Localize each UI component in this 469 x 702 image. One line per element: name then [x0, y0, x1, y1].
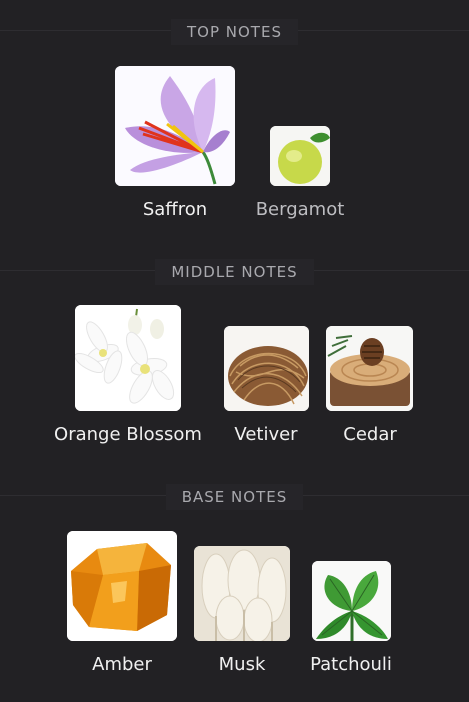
note-label-cedar: Cedar — [343, 424, 397, 445]
note-label-amber: Amber — [92, 654, 152, 675]
vetiver-root-image[interactable] — [224, 326, 309, 411]
section-title-top-notes: TOP NOTES — [0, 19, 469, 45]
section-title-base-notes: BASE NOTES — [0, 484, 469, 510]
bergamot-fruit-image[interactable] — [270, 126, 330, 186]
musk-fur-icon — [194, 546, 290, 641]
section-title-middle-notes: MIDDLE NOTES — [0, 259, 469, 285]
note-label-vetiver: Vetiver — [234, 424, 298, 445]
saffron-flower-icon — [115, 66, 235, 186]
section-title-label: TOP NOTES — [171, 19, 298, 45]
note-label-bergamot: Bergamot — [255, 199, 345, 220]
section-title-label: BASE NOTES — [165, 484, 304, 510]
note-label-patchouli: Patchouli — [310, 654, 392, 675]
cedar-wood-icon — [326, 326, 413, 411]
orange-blossom-image[interactable] — [75, 305, 181, 411]
orange-blossom-icon — [75, 305, 181, 411]
vetiver-root-icon — [224, 326, 309, 411]
note-label-saffron: Saffron — [142, 199, 208, 220]
amber-resin-icon — [67, 531, 177, 641]
note-label-musk: Musk — [218, 654, 266, 675]
patchouli-leaf-icon — [312, 561, 391, 641]
musk-fur-image[interactable] — [194, 546, 290, 641]
amber-resin-image[interactable] — [67, 531, 177, 641]
patchouli-leaf-image[interactable] — [312, 561, 391, 641]
note-label-orange-blossom: Orange Blossom — [54, 424, 202, 445]
section-title-label: MIDDLE NOTES — [155, 259, 314, 285]
cedar-wood-image[interactable] — [326, 326, 413, 411]
bergamot-fruit-icon — [270, 126, 330, 186]
saffron-flower-image[interactable] — [115, 66, 235, 186]
